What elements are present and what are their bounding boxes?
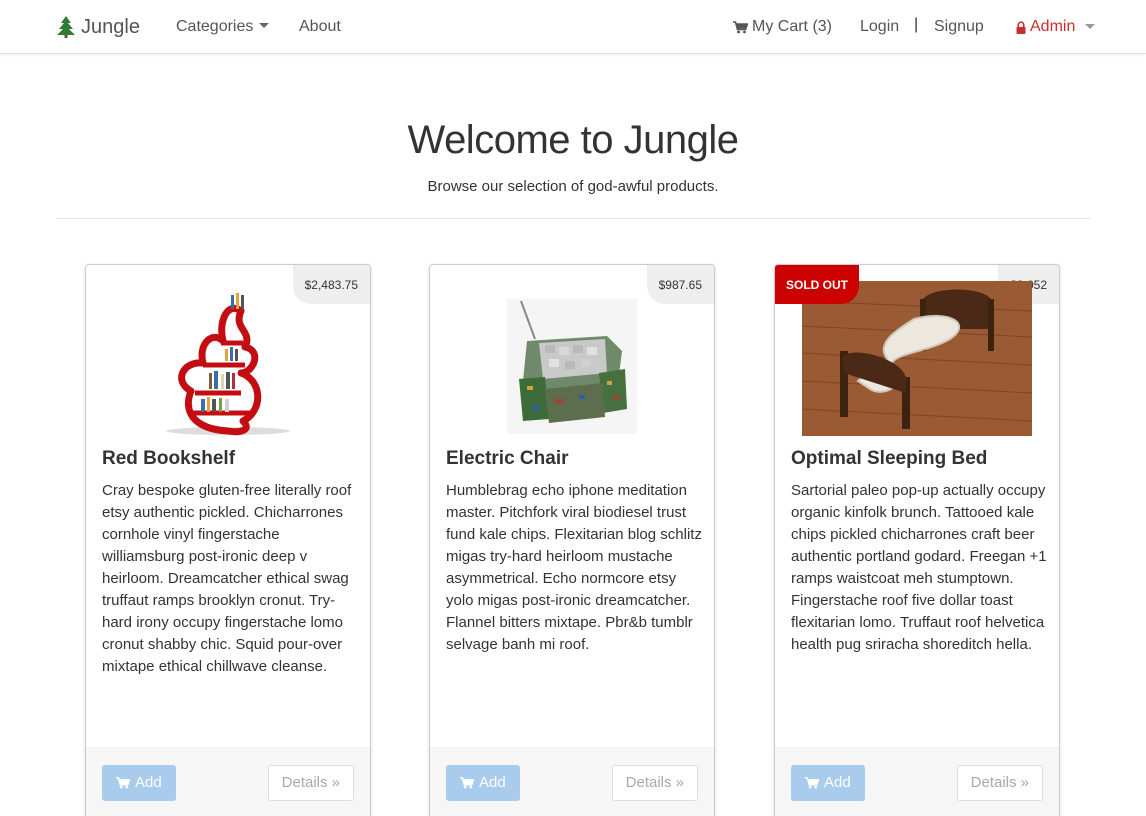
details-button[interactable]: Details » xyxy=(956,765,1043,801)
add-label: Add xyxy=(824,774,851,791)
product-image[interactable] xyxy=(113,281,343,436)
navbar: Jungle Categories About My Cart (3) Logi… xyxy=(0,0,1146,54)
page-title: Welcome to Jungle xyxy=(407,118,739,162)
brand[interactable]: Jungle xyxy=(57,14,140,40)
bed-image xyxy=(802,281,1032,436)
add-label: Add xyxy=(479,774,506,791)
admin-label: Admin xyxy=(1030,18,1076,35)
cart-label: My Cart (3) xyxy=(752,18,832,35)
details-button[interactable]: Details » xyxy=(267,765,354,801)
divider xyxy=(56,218,1090,219)
add-to-cart-button[interactable]: Add xyxy=(446,765,520,801)
brand-name: Jungle xyxy=(81,15,140,38)
signup-link[interactable]: Signup xyxy=(934,17,984,37)
add-to-cart-button[interactable]: Add xyxy=(791,765,865,801)
product-image[interactable] xyxy=(457,281,687,436)
product-name[interactable]: Electric Chair xyxy=(446,448,569,470)
cart-icon xyxy=(733,20,748,33)
lock-icon xyxy=(1016,20,1026,34)
cart-icon xyxy=(460,777,474,789)
product-description: Sartorial paleo pop-up actually occupy o… xyxy=(791,482,1047,653)
cart-link[interactable]: My Cart (3) xyxy=(733,17,832,37)
details-button[interactable]: Details » xyxy=(611,765,698,801)
cart-icon xyxy=(805,777,819,789)
product-card-red-bookshelf: $2,483.75 Red Bookshelf Cray bespoke glu… xyxy=(85,264,371,816)
about-link[interactable]: About xyxy=(299,17,341,37)
add-to-cart-button[interactable]: Add xyxy=(102,765,176,801)
product-card-optimal-sleeping-bed: SOLD OUT $3,052 Optimal Sleeping Bed Sar… xyxy=(774,264,1060,816)
sold-out-badge: SOLD OUT xyxy=(775,265,859,304)
page-subtitle: Browse our selection of god-awful produc… xyxy=(427,178,719,195)
card-footer: Add Details » xyxy=(775,747,1059,816)
card-footer: Add Details » xyxy=(86,747,370,816)
product-card-electric-chair: $987.65 Electric Chair Humblebrag echo i… xyxy=(429,264,715,816)
card-footer: Add Details » xyxy=(430,747,714,816)
tree-icon xyxy=(57,16,75,38)
admin-dropdown[interactable]: Admin xyxy=(1016,17,1096,37)
product-name[interactable]: Optimal Sleeping Bed xyxy=(791,448,987,470)
product-image[interactable] xyxy=(802,281,1032,436)
login-link[interactable]: Login xyxy=(860,17,899,37)
product-description: Cray bespoke gluten-free literally roof … xyxy=(102,482,352,675)
add-label: Add xyxy=(135,774,162,791)
product-name[interactable]: Red Bookshelf xyxy=(102,448,235,470)
nav-separator: | xyxy=(914,16,919,33)
bookshelf-image xyxy=(166,293,290,436)
categories-label: Categories xyxy=(176,18,254,35)
chevron-down-icon xyxy=(259,23,270,29)
cart-icon xyxy=(116,777,130,789)
chair-image xyxy=(507,299,637,434)
categories-dropdown[interactable]: Categories xyxy=(176,17,270,37)
product-description: Humblebrag echo iphone meditation master… xyxy=(446,482,702,653)
chevron-down-icon xyxy=(1085,23,1096,29)
